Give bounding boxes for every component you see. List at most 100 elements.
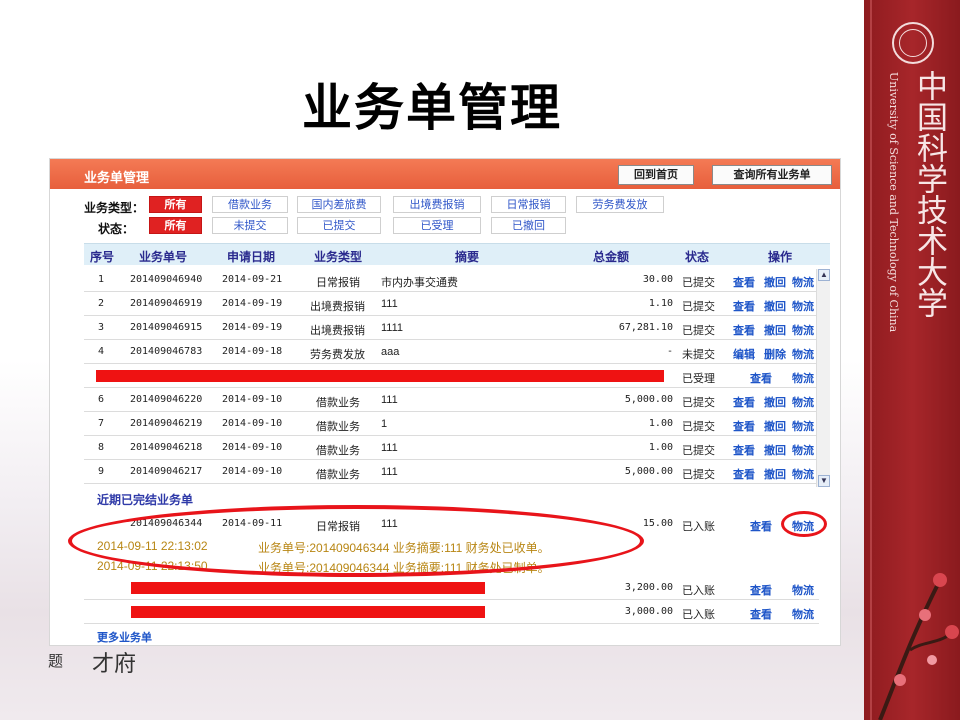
col-header-id: 业务单号: [139, 250, 188, 264]
row-type: 借款业务: [316, 469, 360, 481]
logistics-link[interactable]: 物流: [792, 606, 814, 622]
home-button[interactable]: 回到首页: [618, 165, 694, 185]
row-id: 201409046220: [130, 394, 203, 405]
logistics-link[interactable]: 物流: [792, 394, 814, 410]
view-link[interactable]: 查看: [750, 606, 772, 622]
scroll-up-icon[interactable]: ▲: [818, 269, 830, 281]
type-option-overseas[interactable]: 出境费报销: [393, 196, 481, 213]
scroll-down-icon[interactable]: ▼: [818, 475, 830, 487]
row-status: 已提交: [682, 277, 715, 289]
view-link[interactable]: 查看: [733, 274, 755, 290]
corner-mark-text: 才府: [92, 652, 137, 677]
status-filter-label: 状态：: [98, 222, 135, 236]
withdraw-link[interactable]: 撤回: [764, 298, 786, 314]
row-summary: 1: [381, 418, 388, 430]
table-scrollbar[interactable]: ▲ ▼: [816, 269, 830, 487]
view-link[interactable]: 查看: [733, 466, 755, 482]
status-option-accepted[interactable]: 已受理: [393, 217, 481, 234]
row-id: 201409046919: [130, 298, 203, 309]
status-option-withdrawn[interactable]: 已撤回: [491, 217, 566, 234]
row-type: 出境费报销: [310, 325, 365, 337]
view-link[interactable]: 查看: [733, 298, 755, 314]
withdraw-link[interactable]: 撤回: [764, 274, 786, 290]
row-amount: 5,000.00: [624, 394, 673, 405]
type-option-labor[interactable]: 劳务费发放: [576, 196, 664, 213]
logistics-link[interactable]: 物流: [792, 274, 814, 290]
row-date: 2014-09-10: [222, 418, 283, 429]
logistics-link[interactable]: 物流: [792, 322, 814, 338]
type-option-domestic-travel[interactable]: 国内差旅费: [297, 196, 381, 213]
row-amount: -: [666, 346, 673, 357]
view-link[interactable]: 查看: [733, 322, 755, 338]
row-no: 2: [98, 298, 105, 309]
row-id: 201409046217: [130, 466, 203, 477]
table-row: 4 201409046783 2014-09-18 劳务费发放 aaa - 未提…: [84, 340, 819, 364]
logistics-link[interactable]: 物流: [792, 442, 814, 458]
row-date: 2014-09-19: [222, 298, 283, 309]
type-option-all[interactable]: 所有: [149, 196, 202, 213]
status-option-submitted[interactable]: 已提交: [297, 217, 381, 234]
app-header: 业务单管理 回到首页 查询所有业务单: [50, 159, 840, 189]
withdraw-link[interactable]: 撤回: [764, 442, 786, 458]
redaction-bar: [131, 606, 485, 618]
row-status: 已提交: [682, 445, 715, 457]
row-date: 2014-09-10: [222, 442, 283, 453]
row-amount: 3,000.00: [624, 606, 673, 617]
recent-completed-title: 近期已完结业务单: [97, 493, 194, 507]
row-date: 2014-09-19: [222, 322, 283, 333]
type-option-loan[interactable]: 借款业务: [212, 196, 288, 213]
logistics-link[interactable]: 物流: [792, 466, 814, 482]
table-row: 6 201409046220 2014-09-10 借款业务 111 5,000…: [84, 388, 819, 412]
recent-row: 3,000.00 已入账 查看 物流: [84, 600, 819, 624]
corner-calligraphy: 题 才府: [48, 640, 148, 680]
delete-link[interactable]: 删除: [764, 346, 786, 362]
slide-title: 业务单管理: [302, 78, 562, 137]
withdraw-link[interactable]: 撤回: [764, 322, 786, 338]
row-status: 未提交: [682, 349, 715, 361]
university-name-en: University of Science and Technology of …: [887, 72, 900, 333]
view-link[interactable]: 查看: [750, 370, 772, 386]
col-header-status: 状态: [685, 250, 710, 264]
table-row: 2 201409046919 2014-09-19 出境费报销 111 1.10…: [84, 292, 819, 316]
row-no: 9: [98, 466, 105, 477]
row-amount: 30.00: [642, 274, 673, 285]
row-no: 3: [98, 322, 105, 333]
logistics-link[interactable]: 物流: [792, 298, 814, 314]
row-status: 已入账: [682, 609, 715, 621]
recent-row: 3,200.00 已入账 查看 物流: [84, 576, 819, 600]
row-summary: 111: [381, 394, 398, 406]
row-summary: 111: [381, 442, 398, 454]
logistics-link[interactable]: 物流: [792, 418, 814, 434]
status-option-unsubmitted[interactable]: 未提交: [212, 217, 288, 234]
row-status: 已受理: [682, 373, 715, 385]
view-link[interactable]: 查看: [733, 394, 755, 410]
withdraw-link[interactable]: 撤回: [764, 394, 786, 410]
logistics-link[interactable]: 物流: [792, 582, 814, 598]
view-link[interactable]: 查看: [750, 582, 772, 598]
row-summary: 市内办事交通费: [381, 277, 458, 289]
table-row: 已受理 查看 物流: [84, 364, 819, 388]
plum-blossom-icon: [878, 573, 959, 720]
row-id: 201409046915: [130, 322, 203, 333]
row-amount: 1.10: [648, 298, 673, 309]
row-summary: aaa: [381, 346, 400, 358]
edit-link[interactable]: 编辑: [733, 346, 755, 362]
row-amount: 1.00: [648, 418, 673, 429]
type-option-daily[interactable]: 日常报销: [491, 196, 566, 213]
table-row: 3 201409046915 2014-09-19 出境费报销 1111 67,…: [84, 316, 819, 340]
query-all-button[interactable]: 查询所有业务单: [712, 165, 832, 185]
withdraw-link[interactable]: 撤回: [764, 466, 786, 482]
view-link[interactable]: 查看: [733, 418, 755, 434]
row-no: 4: [98, 346, 105, 357]
withdraw-link[interactable]: 撤回: [764, 418, 786, 434]
row-date: 2014-09-21: [222, 274, 283, 285]
row-amount: 1.00: [648, 442, 673, 453]
business-order-window: 业务单管理 回到首页 查询所有业务单 业务类型： 状态： 所有 借款业务 国内差…: [49, 158, 841, 646]
logistics-link[interactable]: 物流: [792, 370, 814, 386]
row-amount: 3,200.00: [624, 582, 673, 593]
row-status: 已提交: [682, 469, 715, 481]
view-link[interactable]: 查看: [750, 518, 772, 534]
status-option-all[interactable]: 所有: [149, 217, 202, 234]
logistics-link[interactable]: 物流: [792, 346, 814, 362]
view-link[interactable]: 查看: [733, 442, 755, 458]
